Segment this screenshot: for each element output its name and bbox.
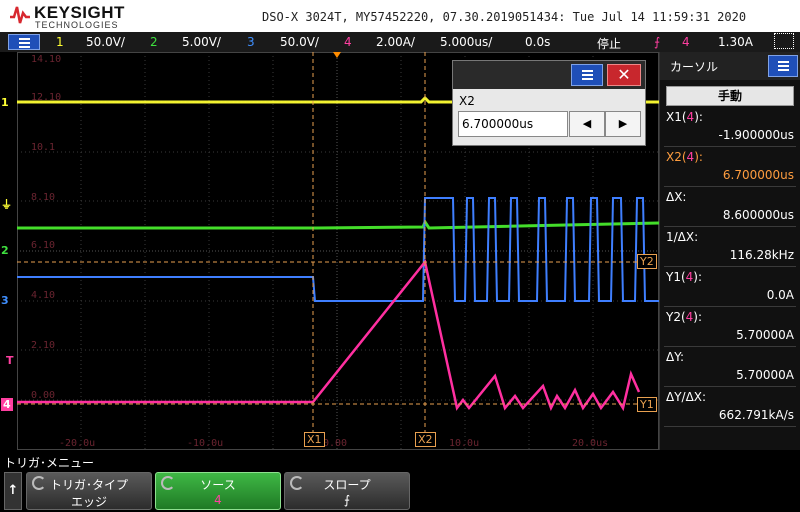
y2-cursor-tag[interactable]: Y2	[637, 254, 657, 269]
ch2-trace	[17, 218, 659, 230]
x1-cursor-tag[interactable]: X1	[304, 432, 325, 447]
ch1-number[interactable]: 1	[56, 35, 64, 49]
y1-value: 0.0A	[766, 288, 794, 302]
grid-label-4: 8.10	[31, 192, 56, 203]
y1-label: Y1(4):	[666, 270, 703, 284]
grid-time-4: 10.0u	[449, 438, 480, 449]
inv-delta-x-label: 1/ΔX:	[666, 230, 699, 244]
cursor-panel-title: カーソル	[670, 60, 719, 74]
delta-y-value: 5.70000A	[736, 368, 794, 382]
ch4-ground-marker[interactable]: 4	[1, 398, 13, 411]
softkey-slope[interactable]: スロープ ⨍	[284, 472, 410, 510]
keysight-wave-icon	[10, 6, 30, 24]
dialog-menu-button[interactable]	[571, 64, 603, 86]
zoom-icon[interactable]	[774, 33, 794, 49]
x2-cursor-tag[interactable]: X2	[415, 432, 436, 447]
y2-value: 5.70000A	[736, 328, 794, 342]
delta-y-label: ΔY:	[666, 350, 684, 364]
x2-label: X2(4):	[666, 150, 703, 164]
slope-label: ΔY/ΔX:	[666, 390, 707, 404]
x1-value: -1.900000us	[718, 128, 794, 142]
cursor-x2-dialog: ✕ X2 6.700000us ◀ ▶	[452, 60, 646, 146]
timebase-delay[interactable]: 0.0s	[525, 35, 550, 49]
grid-label-1: 14.10	[31, 54, 62, 65]
y1-cursor-tag[interactable]: Y1	[637, 397, 657, 412]
slope-value: 662.791kA/s	[718, 408, 794, 422]
ch2-scale[interactable]: 5.00V/	[182, 35, 221, 49]
grid-time-2: -10.0u	[187, 438, 224, 449]
main-menu-button[interactable]	[8, 34, 40, 50]
cursor-panel: カーソル 手動 X1(4): -1.900000us X2(4): 6.7000…	[659, 52, 800, 450]
ch4-scale[interactable]: 2.00A/	[376, 35, 415, 49]
grid-label-3: 10.1	[31, 142, 56, 153]
timebase-scale[interactable]: 5.000us/	[440, 35, 492, 49]
keysight-logo: KEYSIGHT TECHNOLOGIES	[8, 3, 124, 31]
dialog-close-button[interactable]: ✕	[607, 64, 641, 86]
instrument-info: DSO-X 3024T, MY57452220, 07.30.201905143…	[262, 10, 747, 24]
trigger-position-marker	[333, 52, 341, 58]
softkey-menu-title: トリガ･メニュー	[4, 456, 95, 470]
brand-subtitle: TECHNOLOGIES	[35, 20, 119, 30]
inv-delta-x-value: 116.28kHz	[729, 248, 794, 262]
delta-x-value: 8.600000us	[722, 208, 794, 222]
grid-label-8: 0.00	[31, 390, 56, 401]
x2-value: 6.700000us	[722, 168, 794, 182]
ch1-ground-marker[interactable]: 1	[1, 96, 9, 109]
menu-up-button[interactable]: ↑	[4, 472, 22, 510]
trigger-level[interactable]: 1.30A	[718, 35, 753, 49]
trigger-slope-icon: ⨍	[654, 35, 661, 49]
y2-label: Y2(4):	[666, 310, 703, 324]
grid-label-2: 12.10	[31, 92, 62, 103]
ch3-trace	[17, 197, 659, 302]
ch1-scale[interactable]: 50.0V/	[86, 35, 125, 49]
ch4-number[interactable]: 4	[344, 35, 352, 49]
decrement-arrow-button[interactable]: ◀	[569, 111, 605, 137]
ch3-number[interactable]: 3	[247, 35, 255, 49]
cursor-panel-menu-button[interactable]	[768, 55, 798, 77]
run-state: 停止	[597, 37, 622, 51]
grid-time-1: -20.0u	[59, 438, 96, 449]
channel-status-bar: 1 50.0V/ 2 5.00V/ 3 50.0V/ 4 2.00A/ 5.00…	[0, 32, 800, 52]
dialog-label: X2	[459, 94, 475, 108]
softkey-bar: トリガ･メニュー ↑ トリガ･タイプ エッジ ソース 4 スロープ ⨍	[0, 450, 800, 512]
softkey-label: トリガ･タイプ	[49, 478, 128, 492]
ch3-ground-marker[interactable]: 3	[1, 294, 9, 307]
grid-time-3: 0.00	[323, 438, 348, 449]
softkey-label: ソース	[200, 478, 236, 492]
cursor-mode-button[interactable]: 手動	[666, 86, 794, 106]
title-bar: KEYSIGHT TECHNOLOGIES DSO-X 3024T, MY574…	[0, 0, 800, 32]
grid-time-5: 20.0us	[572, 438, 609, 449]
ch2-ground-marker[interactable]: 2	[1, 244, 9, 257]
x1-label: X1(4):	[666, 110, 703, 124]
cursor-panel-header: カーソル	[660, 52, 800, 80]
trigger-level-marker[interactable]: T	[6, 354, 14, 367]
grid-label-5: 6.10	[31, 240, 56, 251]
ch1-level-icon: ⏚	[1, 198, 12, 211]
ch2-number[interactable]: 2	[150, 35, 158, 49]
softkey-source[interactable]: ソース 4	[155, 472, 281, 510]
ch3-scale[interactable]: 50.0V/	[280, 35, 319, 49]
trigger-source[interactable]: 4	[682, 35, 690, 49]
softkey-value: ⨍	[343, 493, 351, 507]
x2-value-input[interactable]: 6.700000us	[458, 111, 568, 137]
softkey-value: エッジ	[70, 495, 107, 509]
softkey-value: 4	[214, 493, 222, 507]
grid-label-6: 4.10	[31, 290, 56, 301]
increment-arrow-button[interactable]: ▶	[605, 111, 641, 137]
softkey-label: スロープ	[323, 478, 371, 492]
delta-x-label: ΔX:	[666, 190, 687, 204]
softkey-trigger-type[interactable]: トリガ･タイプ エッジ	[26, 472, 152, 510]
grid-label-7: 2.10	[31, 340, 56, 351]
